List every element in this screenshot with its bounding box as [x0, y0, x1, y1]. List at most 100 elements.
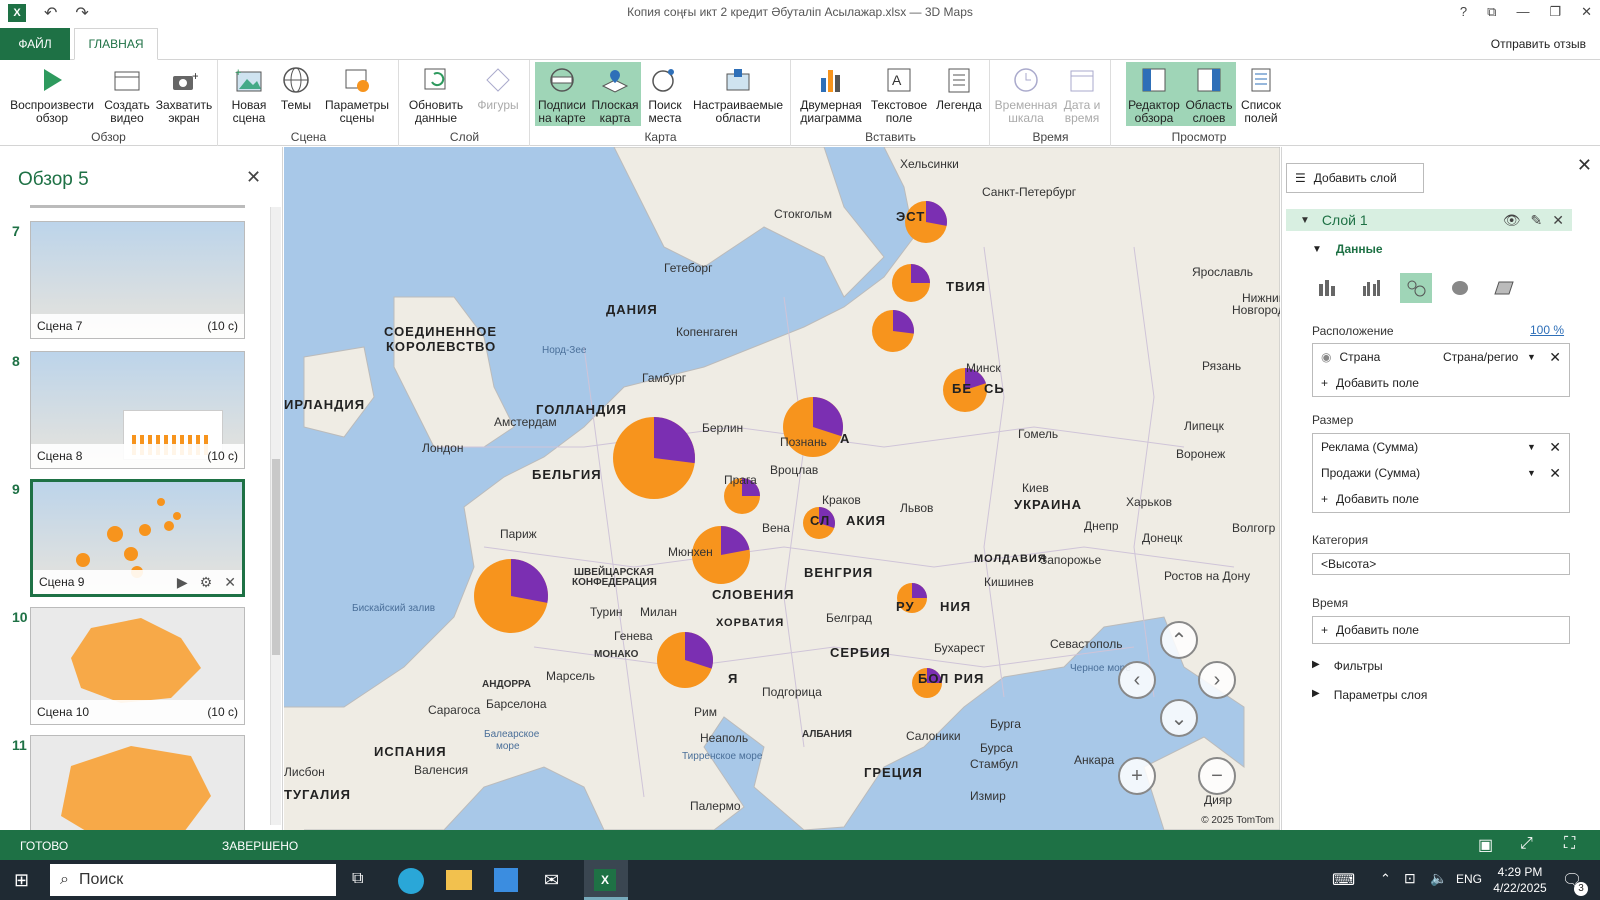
- map-labels-button[interactable]: Подписи на карте: [535, 62, 589, 126]
- text-box-button[interactable]: A Текстовое поле: [868, 62, 930, 126]
- size-field-row[interactable]: Реклама (Сумма) ▼ ✕: [1313, 434, 1569, 460]
- remove-field-icon[interactable]: ✕: [1549, 439, 1561, 456]
- edge-icon[interactable]: [398, 868, 424, 894]
- add-location-field[interactable]: + Добавить поле: [1313, 370, 1569, 396]
- add-time-field[interactable]: + Добавить поле: [1313, 617, 1569, 643]
- delete-scene-icon[interactable]: ✕: [224, 574, 236, 591]
- pan-left-button[interactable]: ‹: [1118, 661, 1156, 699]
- taskbar: ⊞ ⌕ Поиск ⧉ ✉ X ⌨ ⌃ ⊡ 🔈 ENG 4:29 PM 4/22…: [0, 860, 1600, 900]
- heat-map-icon[interactable]: [1444, 273, 1476, 303]
- dropdown-icon[interactable]: ▼: [1527, 352, 1536, 362]
- map-label: Бурса: [980, 741, 1013, 755]
- send-feedback-link[interactable]: Отправить отзыв: [1491, 37, 1586, 51]
- map-label: Лондон: [422, 441, 464, 455]
- capture-screen-button[interactable]: + Захватить экран: [154, 62, 214, 126]
- play-tour-button[interactable]: Воспроизвести обзор: [6, 62, 98, 126]
- custom-regions-button[interactable]: Настраиваемые области: [689, 62, 787, 126]
- file-explorer-icon[interactable]: [446, 870, 472, 890]
- language-indicator[interactable]: ENG: [1456, 872, 1482, 886]
- bubble-chart-icon[interactable]: [1400, 273, 1432, 303]
- minimize-icon[interactable]: —: [1516, 4, 1529, 20]
- taskbar-search[interactable]: ⌕ Поиск: [50, 864, 336, 896]
- remove-field-icon[interactable]: ✕: [1549, 349, 1561, 366]
- layer-pane-button[interactable]: Область слоев: [1182, 62, 1236, 126]
- pan-down-button[interactable]: ⌄: [1160, 699, 1198, 737]
- store-icon[interactable]: [494, 868, 518, 892]
- zoom-out-button[interactable]: −: [1198, 757, 1236, 795]
- eye-icon[interactable]: 👁: [1503, 212, 1521, 229]
- help-icon[interactable]: ?: [1460, 4, 1467, 20]
- keyboard-icon[interactable]: ⌨: [1332, 870, 1355, 890]
- pan-up-button[interactable]: ⌃: [1160, 621, 1198, 659]
- themes-button[interactable]: Темы: [275, 62, 317, 126]
- collapse-icon[interactable]: ▼: [1300, 215, 1310, 226]
- clock[interactable]: 4:29 PM 4/22/2025: [1488, 864, 1552, 896]
- scene-thumbnail-9[interactable]: Сцена 9 ▶ ⚙ ✕: [30, 479, 245, 597]
- pan-right-button[interactable]: ›: [1198, 661, 1236, 699]
- zoom-in-button[interactable]: +: [1118, 757, 1156, 795]
- refresh-data-button[interactable]: Обновить данные: [406, 62, 466, 126]
- add-size-field[interactable]: + Добавить поле: [1313, 486, 1569, 512]
- category-field[interactable]: <Высота>: [1312, 553, 1570, 575]
- screenshot-icon[interactable]: ▣: [1478, 835, 1493, 855]
- filters-section[interactable]: ▶ Фильтры: [1312, 659, 1383, 673]
- clustered-column-icon[interactable]: [1356, 273, 1388, 303]
- tab-file[interactable]: ФАЙЛ: [0, 28, 70, 60]
- new-scene-button[interactable]: + Новая сцена: [225, 62, 273, 126]
- scene-thumbnail-11[interactable]: [30, 735, 245, 830]
- maximize-icon[interactable]: ❐: [1549, 4, 1561, 20]
- find-location-button[interactable]: Поиск места: [643, 62, 687, 126]
- collapse-data-icon[interactable]: ▼: [1312, 244, 1322, 255]
- date-time-button[interactable]: Дата и время: [1057, 62, 1107, 126]
- tab-home[interactable]: ГЛАВНАЯ: [74, 28, 158, 60]
- time-box: + Добавить поле: [1312, 616, 1570, 644]
- fullscreen-icon[interactable]: ⤢: [1520, 835, 1533, 853]
- tour-editor-button[interactable]: Редактор обзора: [1126, 62, 1182, 126]
- radio-icon[interactable]: ◉: [1321, 350, 1331, 364]
- size-field-row[interactable]: Продажи (Сумма) ▼ ✕: [1313, 460, 1569, 486]
- flat-map-button[interactable]: Плоская карта: [589, 62, 641, 126]
- close-window-icon[interactable]: ✕: [1581, 4, 1592, 20]
- excel-taskbar-icon[interactable]: X: [584, 860, 628, 900]
- location-field-row[interactable]: ◉ Страна Страна/регио ▼ ✕: [1313, 344, 1569, 370]
- task-view-icon[interactable]: ⧉: [352, 870, 363, 888]
- network-icon[interactable]: ⊡: [1404, 870, 1416, 887]
- pencil-icon[interactable]: ✎: [1531, 212, 1543, 229]
- scene-thumbnail-7[interactable]: Сцена 7 (10 с): [30, 221, 245, 339]
- scene-thumbnail-8[interactable]: Сцена 8 (10 с): [30, 351, 245, 469]
- close-layer-pane-icon[interactable]: ✕: [1577, 155, 1592, 176]
- location-type-select[interactable]: Страна/регио: [1443, 350, 1518, 364]
- scene-settings-icon[interactable]: ⚙: [200, 574, 213, 591]
- map-canvas[interactable]: СОЕДИНЕННОЕ КОРОЛЕВСТВО ИРЛАНДИЯ ДАНИЯ Г…: [284, 147, 1280, 830]
- add-layer-icon: ☰: [1295, 171, 1306, 185]
- location-percent[interactable]: 100 %: [1530, 323, 1564, 337]
- create-video-button[interactable]: Создать видео: [102, 62, 152, 126]
- clock-icon: [1011, 65, 1041, 95]
- fit-icon[interactable]: ⛶: [1564, 835, 1575, 853]
- windows-start-icon[interactable]: ⊞: [14, 870, 29, 891]
- delete-layer-icon[interactable]: ✕: [1552, 212, 1564, 229]
- shapes-button[interactable]: Фигуры: [470, 62, 526, 126]
- tray-arrow-icon[interactable]: ⌃: [1380, 871, 1391, 887]
- stacked-column-icon[interactable]: [1312, 273, 1344, 303]
- volume-icon[interactable]: 🔈: [1430, 870, 1447, 887]
- mail-icon[interactable]: ✉: [544, 870, 559, 891]
- field-list-icon: [1246, 65, 1276, 95]
- timeline-button[interactable]: Временная шкала: [995, 62, 1057, 126]
- restore-ribbon-icon[interactable]: ⧉: [1487, 4, 1496, 20]
- play-scene-icon[interactable]: ▶: [177, 574, 188, 591]
- legend-button[interactable]: Легенда: [932, 62, 986, 126]
- region-icon[interactable]: [1488, 273, 1520, 303]
- scene-thumbnail-10[interactable]: Сцена 10 (10 с): [30, 607, 245, 725]
- layer-options-section[interactable]: ▶ Параметры слоя: [1312, 688, 1427, 702]
- scene-options-button[interactable]: Параметры сцены: [319, 62, 395, 126]
- remove-field-icon[interactable]: ✕: [1549, 465, 1561, 482]
- close-tour-pane-icon[interactable]: ✕: [246, 167, 261, 188]
- chart-2d-button[interactable]: Двумерная диаграмма: [796, 62, 866, 126]
- add-layer-button[interactable]: ☰ Добавить слой: [1286, 163, 1424, 193]
- dropdown-icon[interactable]: ▼: [1527, 468, 1536, 478]
- tour-scrollbar[interactable]: [270, 207, 281, 825]
- dropdown-icon[interactable]: ▼: [1527, 442, 1536, 452]
- field-list-button[interactable]: Список полей: [1238, 62, 1284, 126]
- layer-header[interactable]: ▼ Слой 1 👁 ✎ ✕: [1286, 209, 1572, 231]
